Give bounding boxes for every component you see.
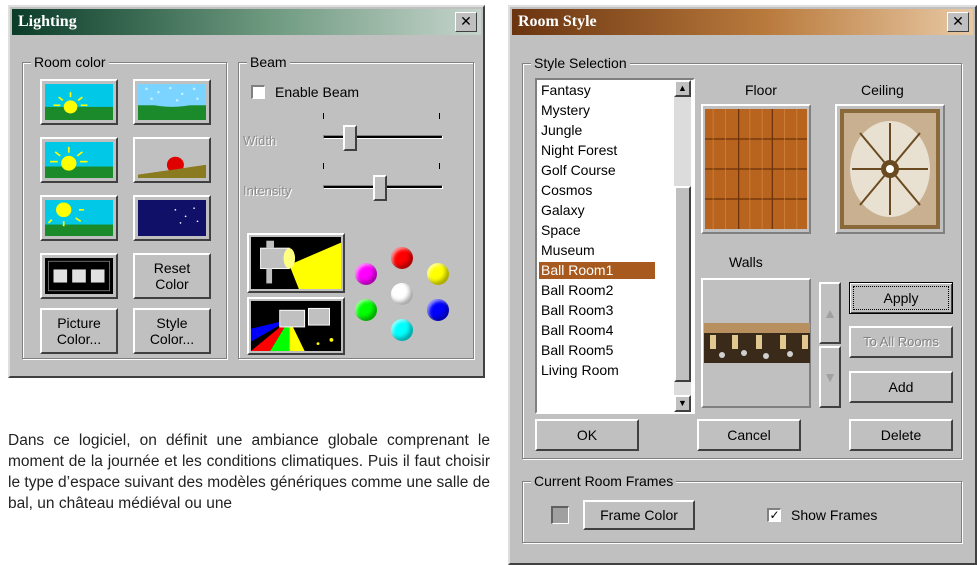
multicolor-spotlight-icon bbox=[251, 301, 341, 351]
spotlight-icon bbox=[251, 237, 341, 289]
walls-preview[interactable] bbox=[701, 278, 811, 408]
beam-color-palette bbox=[349, 243, 469, 353]
walls-label: Walls bbox=[729, 254, 763, 270]
room-style-window: Room Style ✕ Style Selection Fantasy Myst… bbox=[508, 5, 977, 565]
ceiling-label: Ceiling bbox=[861, 82, 904, 98]
enable-beam-checkbox[interactable] bbox=[251, 85, 265, 99]
ballroom-wall-texture bbox=[704, 323, 810, 363]
lighting-title-bar[interactable]: Lighting ✕ bbox=[12, 9, 481, 35]
add-button[interactable]: Add bbox=[849, 371, 953, 403]
spotlight-button[interactable] bbox=[247, 233, 345, 293]
rising-sun-preset-button[interactable] bbox=[40, 137, 118, 183]
beam-color-red[interactable] bbox=[391, 247, 413, 269]
daytime-sun-preset-button[interactable] bbox=[40, 79, 118, 125]
wall-scroll-down-button[interactable]: ▼ bbox=[819, 346, 841, 408]
style-list-item[interactable]: Museum bbox=[539, 242, 655, 259]
cancel-button[interactable]: Cancel bbox=[697, 419, 801, 451]
wood-floor-texture bbox=[705, 109, 807, 229]
width-tick bbox=[439, 113, 440, 119]
dark-room-preset-button[interactable] bbox=[40, 253, 118, 299]
style-list-item[interactable]: Golf Course bbox=[539, 162, 655, 179]
show-frames-checkbox[interactable]: ✓ bbox=[767, 508, 781, 522]
ceiling-preview[interactable] bbox=[835, 104, 945, 234]
floor-preview[interactable] bbox=[701, 104, 811, 234]
room-style-title-bar[interactable]: Room Style ✕ bbox=[512, 9, 973, 35]
ok-button[interactable]: OK bbox=[535, 419, 639, 451]
to-all-rooms-button[interactable]: To All Rooms bbox=[849, 326, 953, 358]
style-list-item[interactable]: Ball Room2 bbox=[539, 282, 655, 299]
overcast-preset-button[interactable] bbox=[133, 79, 211, 125]
style-list-item[interactable]: Space bbox=[539, 222, 655, 239]
current-room-frames-legend: Current Room Frames bbox=[531, 473, 677, 489]
style-list-scrollbar[interactable]: ▲ ▼ bbox=[674, 80, 691, 412]
room-color-group: Room color Reset Color Picture Color... … bbox=[22, 54, 227, 359]
style-selection-legend: Style Selection bbox=[531, 55, 630, 71]
delete-button[interactable]: Delete bbox=[849, 419, 953, 451]
wall-scroll-up-button[interactable]: ▲ bbox=[819, 282, 841, 344]
sunset-icon bbox=[138, 142, 206, 178]
picture-color-button[interactable]: Picture Color... bbox=[40, 308, 118, 354]
beam-group: Beam Enable Beam Width Intensity bbox=[238, 54, 474, 359]
style-list-item[interactable]: Jungle bbox=[539, 122, 655, 139]
night-moon-icon bbox=[138, 200, 206, 236]
room-style-close-button[interactable]: ✕ bbox=[947, 12, 969, 32]
beam-legend: Beam bbox=[247, 54, 290, 70]
bright-sun-icon bbox=[45, 200, 113, 236]
rising-sun-icon bbox=[45, 142, 113, 178]
frame-color-swatch[interactable] bbox=[551, 506, 569, 524]
scroll-down-button[interactable]: ▼ bbox=[674, 395, 691, 412]
description-paragraph: Dans ce logiciel, on définit une ambianc… bbox=[8, 432, 490, 512]
scroll-up-button[interactable]: ▲ bbox=[674, 80, 691, 97]
intensity-label: Intensity bbox=[243, 183, 292, 198]
ornate-ceiling-texture bbox=[840, 109, 940, 229]
style-list-item[interactable]: Ball Room4 bbox=[539, 322, 655, 339]
style-listbox[interactable]: Fantasy Mystery Jungle Night Forest Golf Cou… bbox=[535, 78, 695, 414]
style-list-item[interactable]: Ball Room5 bbox=[539, 342, 655, 359]
room-color-legend: Room color bbox=[31, 54, 109, 70]
intensity-tick bbox=[323, 163, 324, 169]
beam-color-green[interactable] bbox=[355, 299, 377, 321]
beam-color-magenta[interactable] bbox=[355, 263, 377, 285]
sunset-preset-button[interactable] bbox=[133, 137, 211, 183]
bright-sun-preset-button[interactable] bbox=[40, 195, 118, 241]
width-label: Width bbox=[243, 133, 277, 148]
current-room-frames-group: Current Room Frames Frame Color ✓ Show F… bbox=[522, 473, 962, 543]
style-list-item[interactable]: Ball Room3 bbox=[539, 302, 655, 319]
beam-color-cyan[interactable] bbox=[391, 319, 413, 341]
multicolor-spotlight-button[interactable] bbox=[247, 297, 345, 355]
lighting-window: Lighting ✕ Room color Reset Color Pictur… bbox=[8, 5, 485, 378]
style-list-item[interactable]: Night Forest bbox=[539, 142, 655, 159]
style-list-item[interactable]: Ball Room1 bbox=[539, 262, 655, 279]
apply-button[interactable]: Apply bbox=[849, 282, 953, 314]
floor-label: Floor bbox=[745, 82, 777, 98]
lighting-title: Lighting bbox=[18, 13, 77, 30]
night-preset-button[interactable] bbox=[133, 195, 211, 241]
width-slider-track[interactable] bbox=[323, 135, 443, 139]
room-style-title: Room Style bbox=[518, 13, 597, 30]
beam-color-white[interactable] bbox=[391, 283, 413, 305]
width-slider-thumb[interactable] bbox=[343, 125, 357, 151]
frame-color-button[interactable]: Frame Color bbox=[583, 500, 695, 530]
style-list-item[interactable]: Fantasy bbox=[539, 82, 655, 99]
intensity-tick bbox=[439, 163, 440, 169]
style-color-button[interactable]: Style Color... bbox=[133, 308, 211, 354]
show-frames-label: Show Frames bbox=[791, 507, 878, 523]
intensity-slider-thumb[interactable] bbox=[373, 175, 387, 201]
daytime-sun-icon bbox=[45, 84, 113, 120]
dark-room-icon bbox=[45, 258, 113, 294]
enable-beam-label: Enable Beam bbox=[275, 84, 360, 100]
style-list-item[interactable]: Cosmos bbox=[539, 182, 655, 199]
scroll-thumb[interactable] bbox=[674, 186, 691, 382]
style-selection-group: Style Selection Fantasy Mystery Jungle Nigh… bbox=[522, 55, 962, 459]
width-tick bbox=[323, 113, 324, 119]
reset-color-button[interactable]: Reset Color bbox=[133, 253, 211, 299]
lighting-close-button[interactable]: ✕ bbox=[455, 12, 477, 32]
style-list-item[interactable]: Living Room bbox=[539, 362, 655, 379]
beam-color-blue[interactable] bbox=[427, 299, 449, 321]
style-list-item[interactable]: Galaxy bbox=[539, 202, 655, 219]
beam-color-yellow[interactable] bbox=[427, 263, 449, 285]
style-list-item[interactable]: Mystery bbox=[539, 102, 655, 119]
overcast-sky-icon bbox=[138, 84, 206, 120]
